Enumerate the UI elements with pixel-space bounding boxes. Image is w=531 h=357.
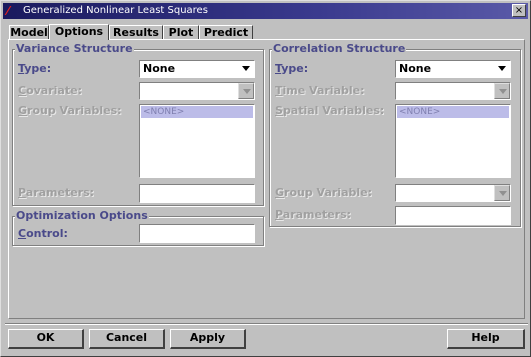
close-icon: ×	[514, 5, 524, 16]
help-button[interactable]: Help	[447, 329, 525, 349]
button-separator	[5, 323, 528, 325]
variance-parameters-label: Parameters:	[18, 186, 95, 199]
correlation-type-value: None	[399, 62, 432, 75]
spatial-variables-label: Spatial Variables:	[275, 104, 385, 117]
group-variable-label: Group Variable:	[275, 186, 373, 199]
correlation-parameters-input[interactable]	[395, 206, 511, 225]
group-variables-label: Group Variables:	[18, 104, 122, 117]
optimization-options-legend: Optimization Options	[15, 209, 149, 223]
correlation-type-select[interactable]: None	[395, 60, 511, 78]
correlation-structure-legend: Correlation Structure	[272, 42, 407, 56]
tab-results[interactable]: Results	[109, 25, 163, 40]
covariate-label: Covariate:	[18, 84, 82, 97]
tab-plot[interactable]: Plot	[163, 25, 199, 40]
variance-parameters-input[interactable]	[139, 184, 255, 203]
window-title: Generalized Nonlinear Least Squares	[23, 5, 208, 16]
chevron-down-icon	[494, 83, 510, 99]
list-item[interactable]: <NONE>	[397, 106, 509, 118]
chevron-down-icon	[238, 83, 254, 99]
list-item[interactable]: <NONE>	[141, 106, 253, 118]
time-variable-select[interactable]	[395, 82, 511, 100]
time-variable-label: Time Variable:	[275, 84, 365, 97]
dialog-window: ⁄ Generalized Nonlinear Least Squares × …	[0, 0, 531, 357]
spatial-variables-list[interactable]: <NONE>	[395, 104, 511, 178]
ok-button[interactable]: OK	[8, 329, 84, 349]
correlation-parameters-label: Parameters:	[275, 208, 352, 221]
covariate-select[interactable]	[139, 82, 255, 100]
optimization-options-group: Optimization Options Control:	[12, 209, 264, 246]
close-button[interactable]: ×	[512, 4, 526, 17]
tab-model[interactable]: Model	[9, 25, 49, 40]
options-panel: Variance Structure Type: None Covariate:…	[8, 39, 525, 319]
tab-options[interactable]: Options	[49, 24, 109, 40]
correlation-type-label: Type:	[275, 62, 309, 75]
title-bar[interactable]: ⁄ Generalized Nonlinear Least Squares ×	[3, 3, 528, 19]
group-variable-select[interactable]	[395, 184, 511, 202]
variance-structure-group: Variance Structure Type: None Covariate:…	[12, 42, 264, 206]
tab-predict[interactable]: Predict	[199, 25, 253, 40]
app-icon: ⁄	[7, 4, 10, 18]
apply-button[interactable]: Apply	[170, 329, 246, 349]
control-label: Control:	[18, 227, 68, 240]
variance-type-label: Type:	[18, 62, 52, 75]
correlation-structure-group: Correlation Structure Type: None Time Va…	[269, 42, 521, 227]
variance-type-select[interactable]: None	[139, 60, 255, 78]
chevron-down-icon	[494, 61, 510, 77]
variance-structure-legend: Variance Structure	[15, 42, 134, 56]
control-input[interactable]	[139, 224, 255, 243]
chevron-down-icon	[494, 185, 510, 201]
group-variables-list[interactable]: <NONE>	[139, 104, 255, 178]
variance-type-value: None	[143, 62, 176, 75]
cancel-button[interactable]: Cancel	[89, 329, 165, 349]
chevron-down-icon	[238, 61, 254, 77]
